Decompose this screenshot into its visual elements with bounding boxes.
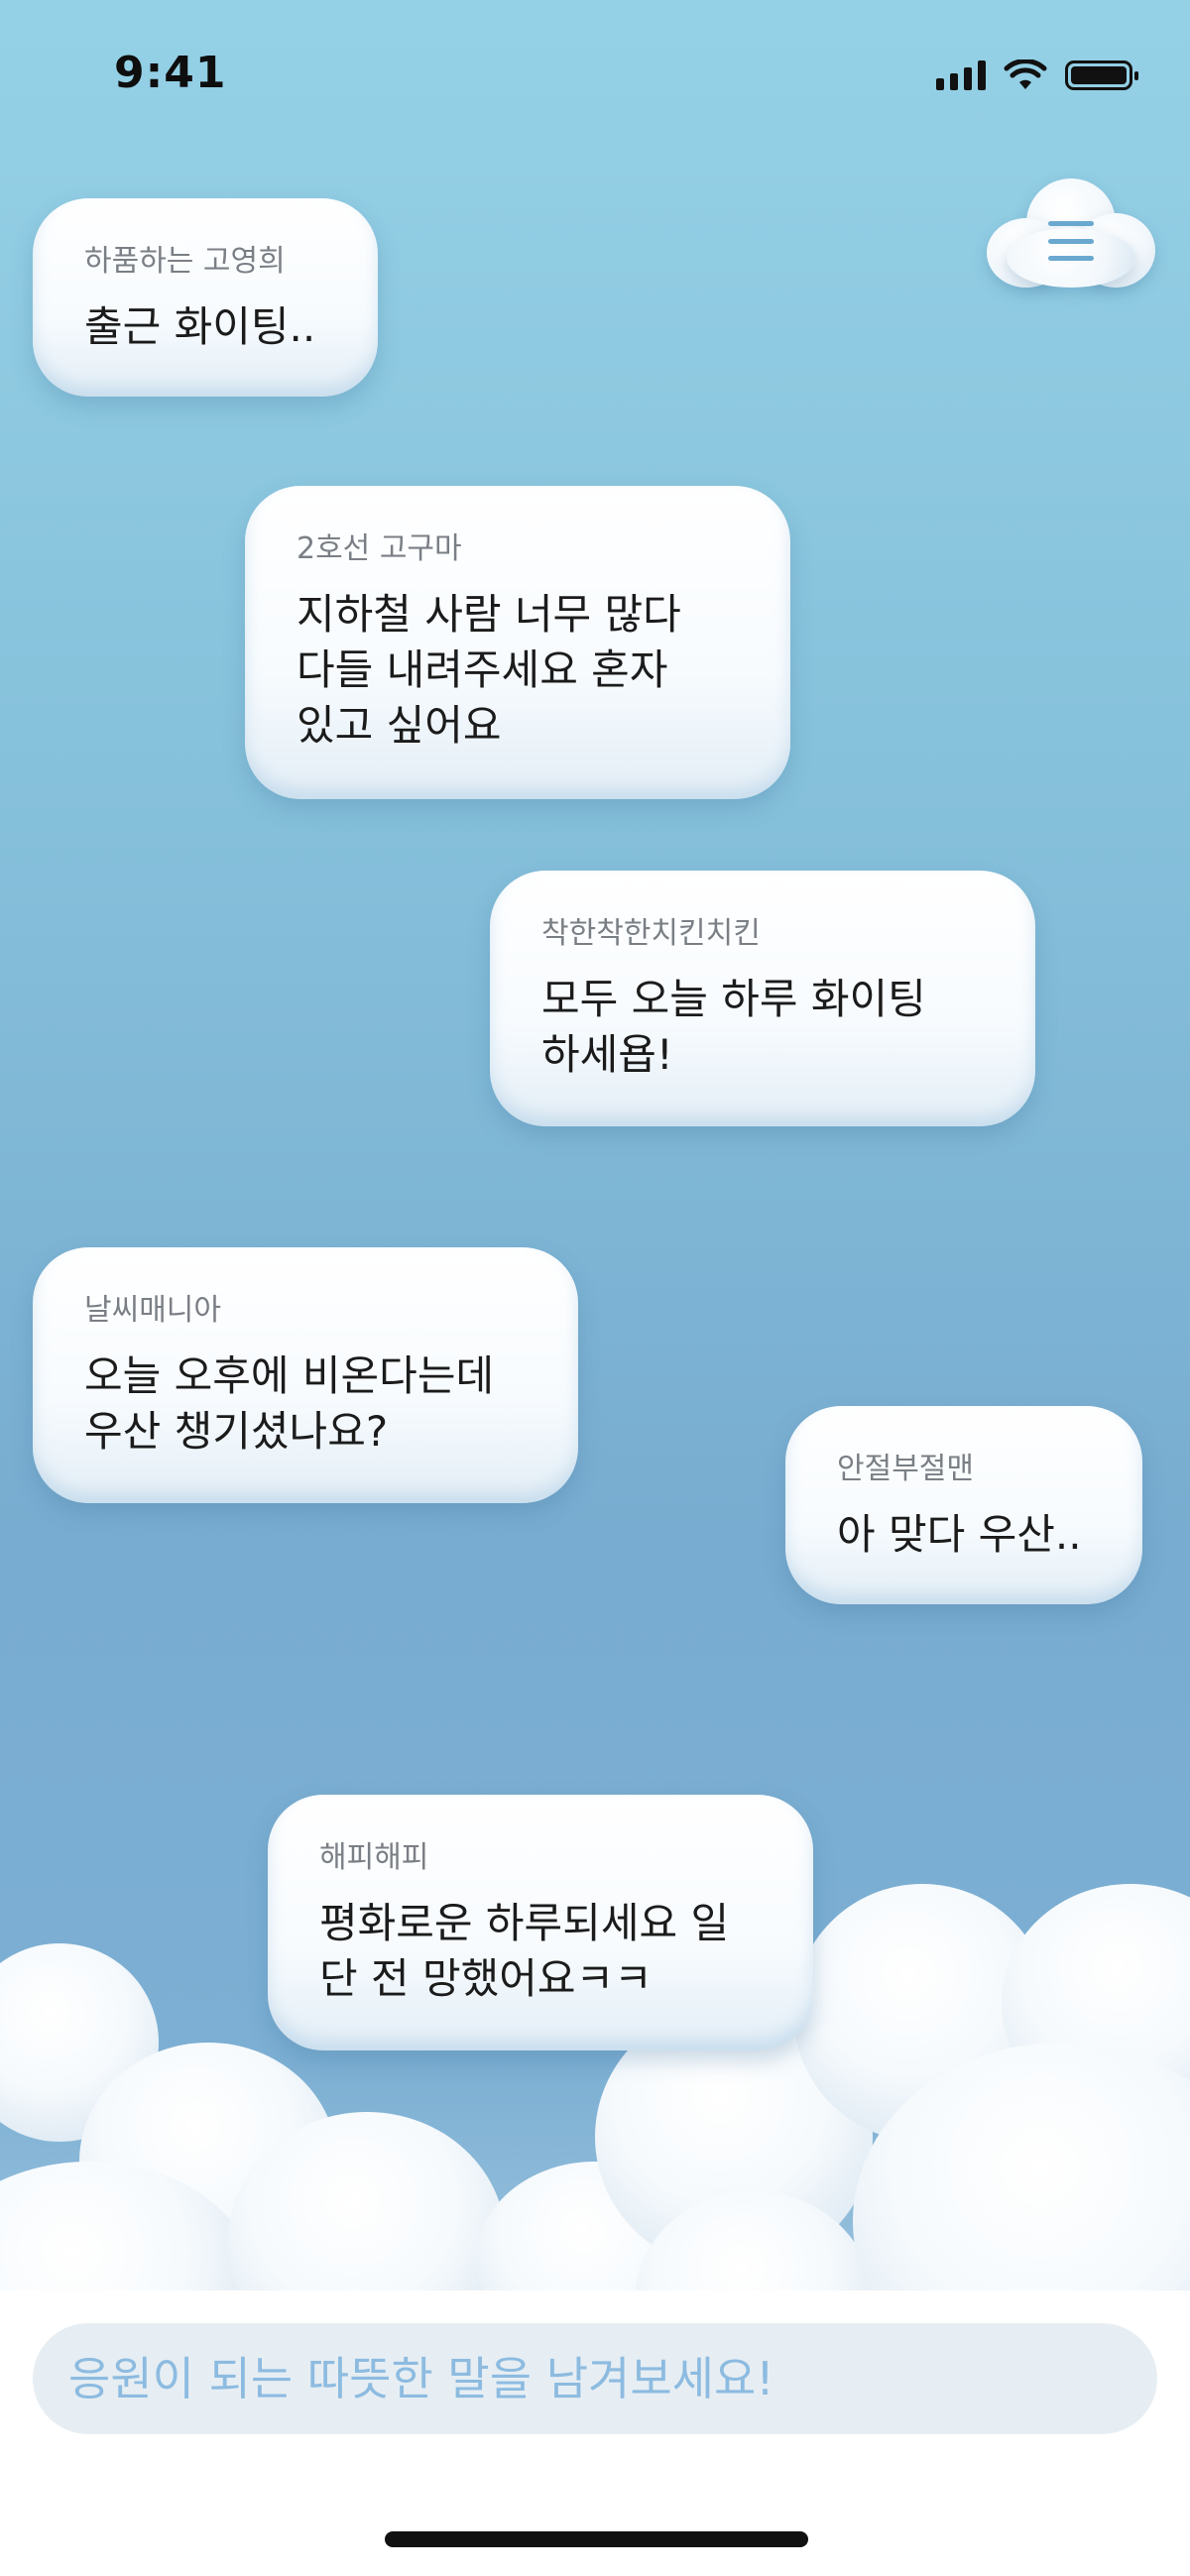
wifi-icon: [1004, 59, 1047, 89]
post-bubble[interactable]: 하품하는 고영희 출근 화이팅..: [33, 198, 378, 397]
post-nickname: 해피해피: [319, 1840, 429, 1875]
post-nickname: 날씨매니아: [84, 1293, 221, 1328]
status-time: 9:41: [114, 48, 227, 98]
cellular-signal-icon: [936, 60, 986, 90]
post-message: 오늘 오후에 비온다는데 우산 챙기셨나요?: [84, 1351, 495, 1456]
post-message: 모두 오늘 하루 화이팅 하세욥!: [541, 975, 926, 1079]
message-composer: [33, 2323, 1157, 2434]
post-message: 아 맞다 우산..: [837, 1510, 1082, 1559]
post-bubble[interactable]: 2호선 고구마 지하철 사람 너무 많다 다들 내려주세요 혼자 있고 싶어요: [245, 486, 790, 799]
post-nickname: 안절부절맨: [837, 1452, 974, 1486]
post-nickname: 2호선 고구마: [297, 531, 462, 566]
post-bubble[interactable]: 착한착한치킨치킨 모두 오늘 하루 화이팅 하세욥!: [490, 871, 1035, 1126]
hamburger-menu-icon: [1048, 221, 1094, 261]
status-bar: 9:41: [0, 0, 1190, 149]
post-bubble[interactable]: 날씨매니아 오늘 오후에 비온다는데 우산 챙기셨나요?: [33, 1247, 578, 1503]
post-nickname: 착한착한치킨치킨: [541, 916, 761, 951]
post-bubble[interactable]: 해피해피 평화로운 하루되세요 일 단 전 망했어요ㅋㅋ: [268, 1795, 813, 2050]
post-bubble[interactable]: 안절부절맨 아 맞다 우산..: [785, 1406, 1142, 1604]
home-indicator[interactable]: [385, 2531, 808, 2547]
post-message: 출근 화이팅..: [84, 302, 316, 351]
battery-icon: [1065, 60, 1138, 90]
message-input[interactable]: [66, 2351, 1124, 2406]
post-nickname: 하품하는 고영희: [84, 244, 286, 279]
post-message: 평화로운 하루되세요 일 단 전 망했어요ㅋㅋ: [319, 1899, 730, 2003]
post-message: 지하철 사람 너무 많다 다들 내려주세요 혼자 있고 싶어요: [297, 590, 681, 750]
menu-cloud-button[interactable]: [987, 174, 1155, 302]
status-icons: [936, 59, 1138, 91]
